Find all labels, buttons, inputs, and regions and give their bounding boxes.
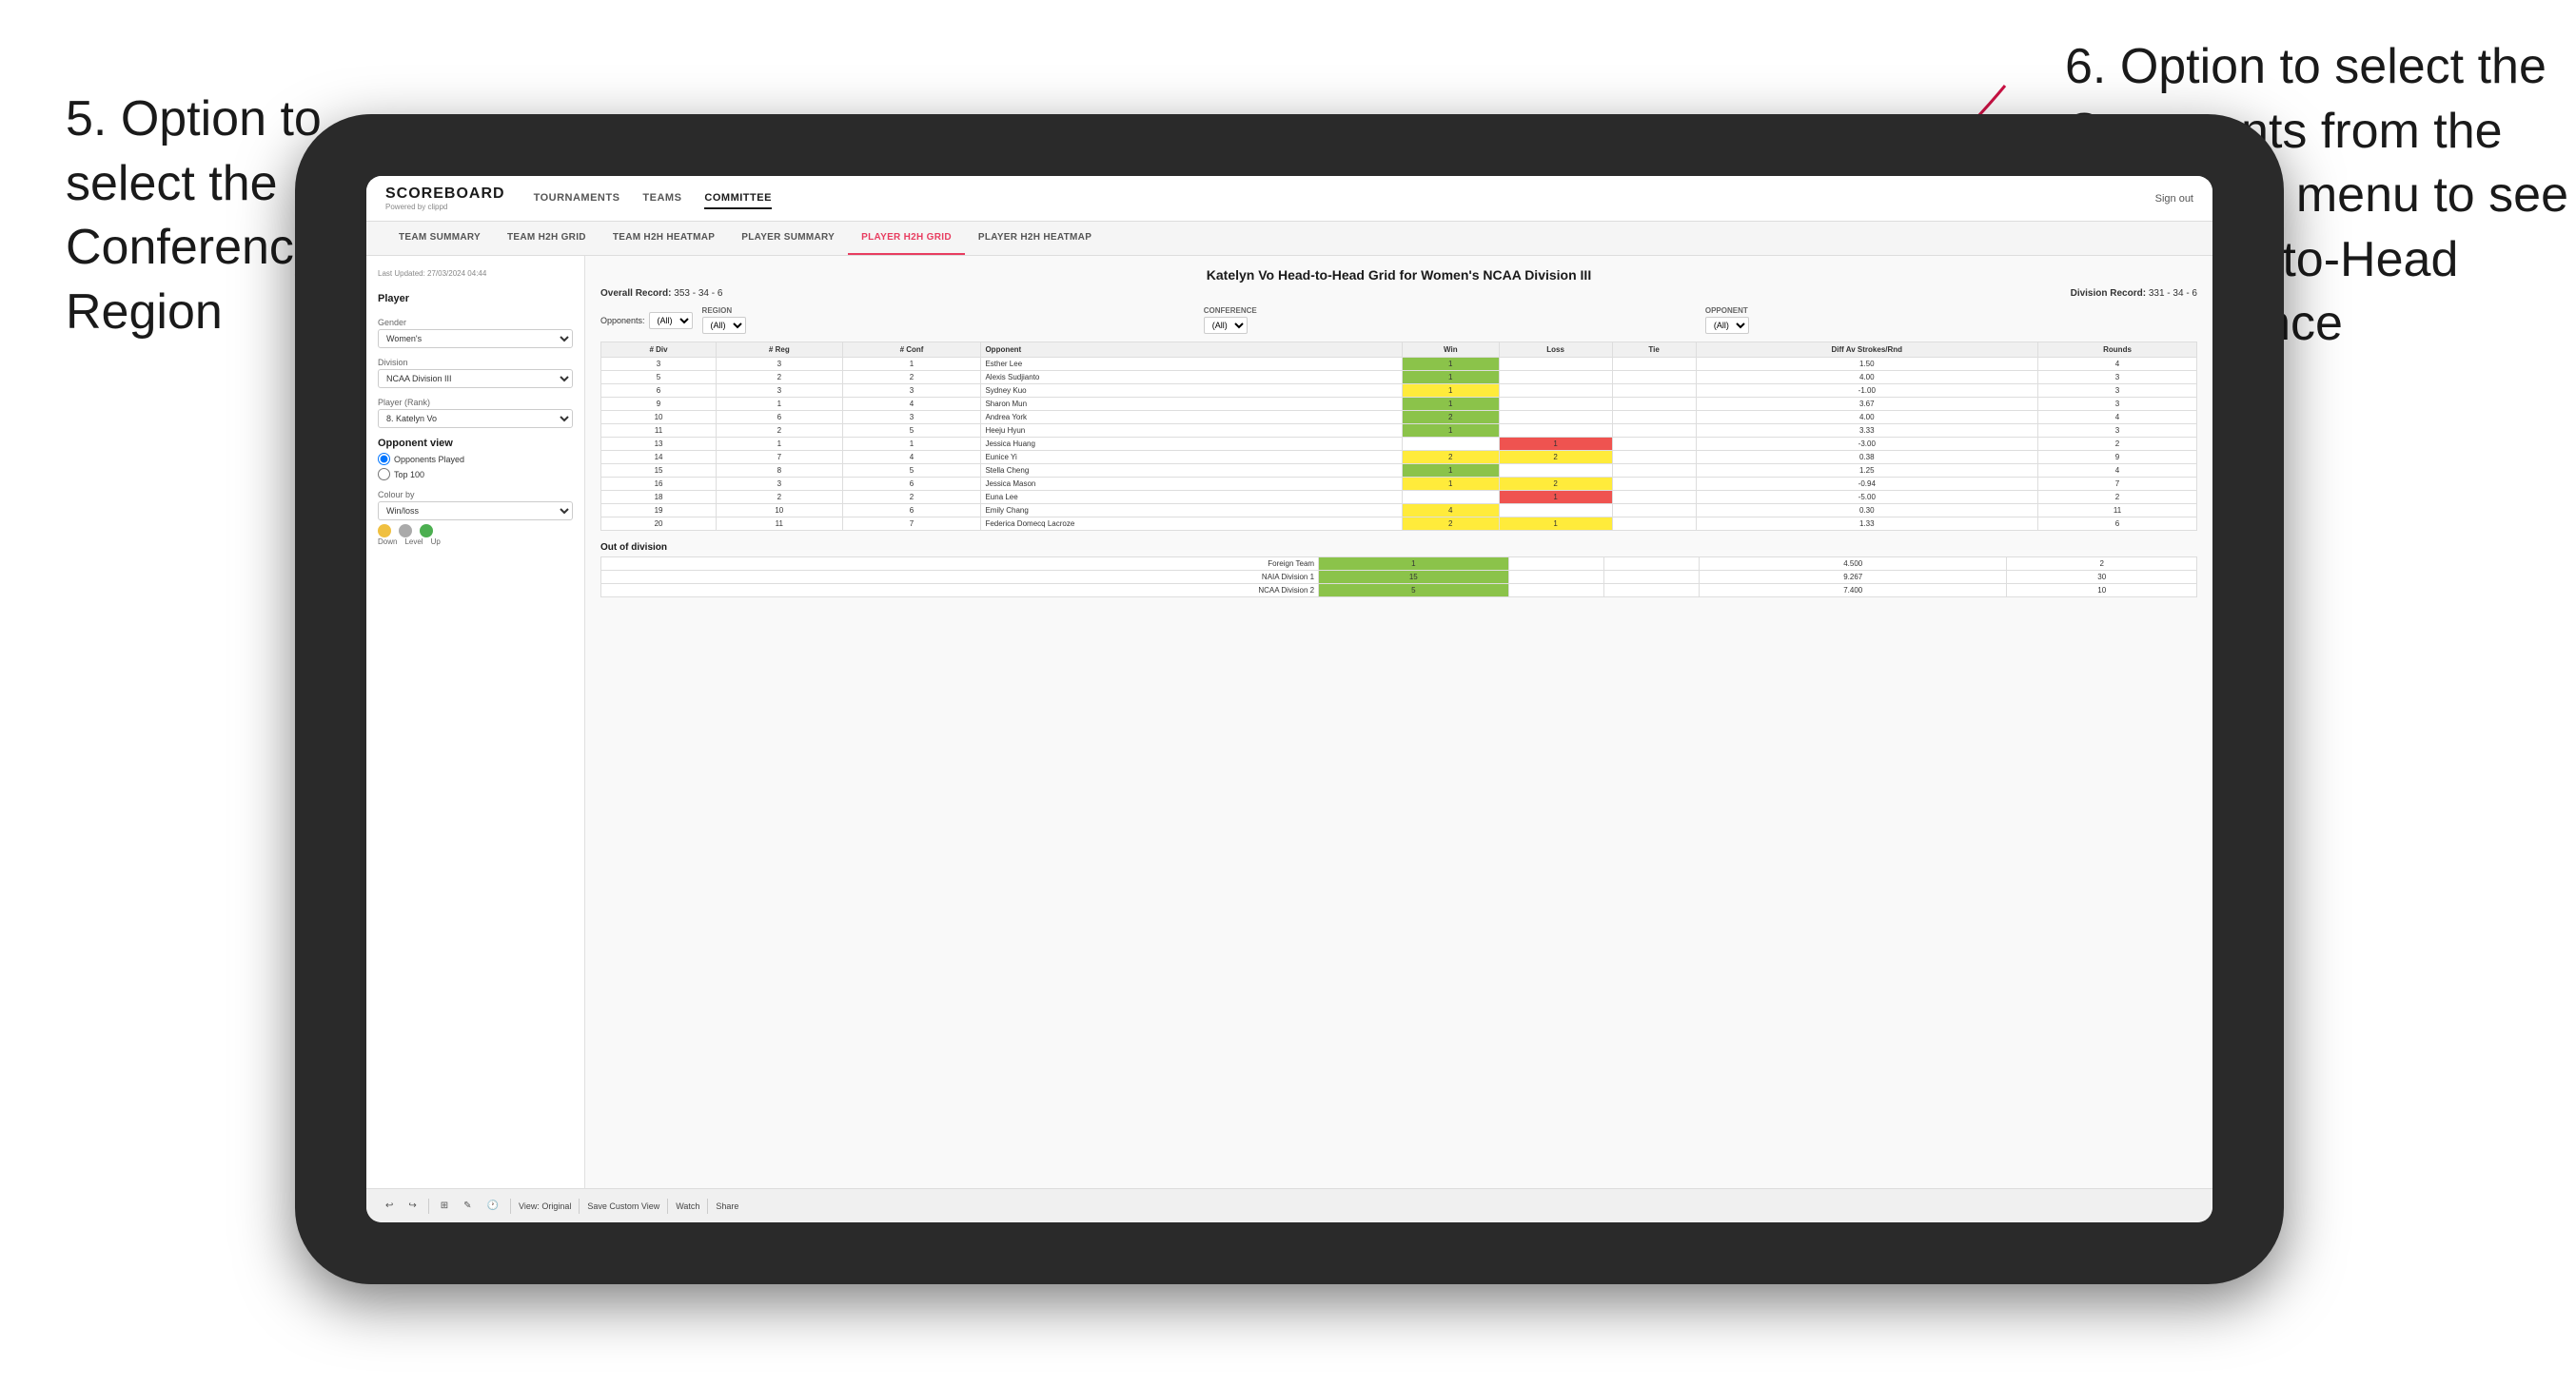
col-conf: # Conf: [842, 342, 981, 358]
conference-section: Conference (All): [1204, 306, 1696, 334]
table-row: 1311Jessica Huang 1-3.002: [601, 438, 2197, 451]
last-updated: Last Updated: 27/03/2024 04:44: [378, 269, 573, 278]
col-div: # Div: [601, 342, 717, 358]
sub-nav-team-summary[interactable]: TEAM SUMMARY: [385, 222, 494, 255]
region-select[interactable]: (All): [702, 317, 746, 334]
toolbar-divider-2: [510, 1199, 511, 1214]
table-row: 1063Andrea York 24.004: [601, 411, 2197, 424]
table-row: NAIA Division 1 159.26730: [601, 571, 2197, 584]
division-label: Division: [378, 358, 573, 367]
table-row: 1585Stella Cheng 11.254: [601, 464, 2197, 478]
logo-area: SCOREBOARD Powered by clippd: [385, 185, 505, 211]
tablet-device: SCOREBOARD Powered by clippd TOURNAMENTS…: [295, 114, 2284, 1284]
toolbar-divider-3: [579, 1199, 580, 1214]
player-rank-select[interactable]: 8. Katelyn Vo: [378, 409, 573, 428]
overall-record: Overall Record: 353 - 34 - 6: [600, 288, 722, 299]
opponent-view-title: Opponent view: [378, 438, 573, 449]
grid-btn[interactable]: ⊞: [437, 1199, 452, 1213]
table-row: Foreign Team 14.5002: [601, 557, 2197, 571]
report-header: Katelyn Vo Head-to-Head Grid for Women's…: [600, 267, 2197, 283]
gender-label: Gender: [378, 318, 573, 327]
col-rounds: Rounds: [2038, 342, 2197, 358]
main-content: Last Updated: 27/03/2024 04:44 Player Ge…: [366, 256, 2212, 1188]
bottom-toolbar: ↩ ↪ ⊞ ✎ 🕐 View: Original Save Custom Vie…: [366, 1188, 2212, 1222]
toolbar-divider-1: [428, 1199, 429, 1214]
gender-select[interactable]: Women's Men's: [378, 329, 573, 348]
sub-nav-player-summary[interactable]: PLAYER SUMMARY: [728, 222, 848, 255]
color-legend-labels: Down Level Up: [378, 537, 573, 546]
nav-item-tournaments[interactable]: TOURNAMENTS: [534, 188, 620, 209]
sign-out-link[interactable]: Sign out: [2155, 193, 2193, 205]
color-legend: [378, 524, 573, 537]
col-reg: # Reg: [717, 342, 843, 358]
col-opponent: Opponent: [981, 342, 1403, 358]
color-dot-down: [378, 524, 391, 537]
table-row: 1474Eunice Yi 220.389: [601, 451, 2197, 464]
sub-nav: TEAM SUMMARY TEAM H2H GRID TEAM H2H HEAT…: [366, 222, 2212, 256]
nav-items: TOURNAMENTS TEAMS COMMITTEE: [534, 188, 2127, 209]
sub-nav-team-h2h-grid[interactable]: TEAM H2H GRID: [494, 222, 600, 255]
main-data-table: # Div # Reg # Conf Opponent Win Loss Tie…: [600, 342, 2197, 531]
table-row: 1125Heeju Hyun 13.333: [601, 424, 2197, 438]
table-row: 522Alexis Sudjianto 14.003: [601, 371, 2197, 384]
conference-select[interactable]: (All): [1204, 317, 1248, 334]
opponents-filter-label: Opponents:: [600, 316, 645, 325]
table-row: 1636Jessica Mason 12-0.947: [601, 478, 2197, 491]
table-row: 914Sharon Mun 13.673: [601, 398, 2197, 411]
filter-row: Opponents: (All) Region (All) Conference: [600, 306, 2197, 334]
edit-btn[interactable]: ✎: [460, 1199, 475, 1213]
tablet-screen: SCOREBOARD Powered by clippd TOURNAMENTS…: [366, 176, 2212, 1222]
save-custom-btn[interactable]: Save Custom View: [587, 1201, 659, 1211]
color-dot-level: [399, 524, 412, 537]
redo-btn[interactable]: ↪: [404, 1199, 420, 1213]
col-win: Win: [1403, 342, 1500, 358]
top-nav: SCOREBOARD Powered by clippd TOURNAMENTS…: [366, 176, 2212, 222]
report-records: Overall Record: 353 - 34 - 6 Division Re…: [600, 288, 2197, 299]
player-section-title: Player: [378, 293, 573, 304]
share-btn[interactable]: Share: [716, 1201, 738, 1211]
toolbar-divider-5: [707, 1199, 708, 1214]
table-row: 20117Federica Domecq Lacroze 211.336: [601, 517, 2197, 531]
opponent-select[interactable]: (All): [1705, 317, 1749, 334]
radio-top100[interactable]: Top 100: [378, 468, 573, 480]
col-diff: Diff Av Strokes/Rnd: [1696, 342, 2038, 358]
opponents-filter-select[interactable]: (All): [649, 312, 693, 329]
toolbar-divider-4: [667, 1199, 668, 1214]
table-row: 1822Euna Lee 1-5.002: [601, 491, 2197, 504]
clock-btn[interactable]: 🕐: [483, 1199, 502, 1213]
sub-nav-player-h2h-grid[interactable]: PLAYER H2H GRID: [848, 222, 965, 255]
undo-btn[interactable]: ↩: [382, 1199, 397, 1213]
view-original-btn[interactable]: View: Original: [519, 1201, 571, 1211]
sub-nav-player-h2h-heatmap[interactable]: PLAYER H2H HEATMAP: [965, 222, 1105, 255]
out-of-division-table: Foreign Team 14.5002 NAIA Division 1 159…: [600, 556, 2197, 597]
table-row: 19106Emily Chang 40.3011: [601, 504, 2197, 517]
division-select[interactable]: NCAA Division III NCAA Division I NCAA D…: [378, 369, 573, 388]
out-of-division-header: Out of division: [600, 542, 2197, 553]
division-record: Division Record: 331 - 34 - 6: [2071, 288, 2197, 299]
color-dot-up: [420, 524, 433, 537]
colour-by-label: Colour by: [378, 490, 573, 499]
nav-right: Sign out: [2155, 193, 2193, 205]
player-rank-label: Player (Rank): [378, 398, 573, 407]
opponent-view-options: Opponents Played Top 100: [378, 453, 573, 480]
sub-nav-team-h2h-heatmap[interactable]: TEAM H2H HEATMAP: [600, 222, 728, 255]
table-row: 633Sydney Kuo 1-1.003: [601, 384, 2197, 398]
col-tie: Tie: [1612, 342, 1696, 358]
logo-sub: Powered by clippd: [385, 203, 447, 211]
radio-opponents-played[interactable]: Opponents Played: [378, 453, 573, 465]
col-loss: Loss: [1499, 342, 1612, 358]
table-row: 331Esther Lee 11.504: [601, 358, 2197, 371]
nav-item-committee[interactable]: COMMITTEE: [704, 188, 772, 209]
watch-btn[interactable]: Watch: [676, 1201, 699, 1211]
colour-by-select[interactable]: Win/loss: [378, 501, 573, 520]
region-section: Region (All): [702, 306, 1194, 334]
table-row: NCAA Division 2 57.40010: [601, 584, 2197, 597]
report-area: Katelyn Vo Head-to-Head Grid for Women's…: [585, 256, 2212, 1188]
logo-text: SCOREBOARD: [385, 185, 505, 203]
report-title: Katelyn Vo Head-to-Head Grid for Women's…: [600, 267, 2197, 283]
opponent-section: Opponent (All): [1705, 306, 2197, 334]
sidebar: Last Updated: 27/03/2024 04:44 Player Ge…: [366, 256, 585, 1188]
nav-item-teams[interactable]: TEAMS: [642, 188, 681, 209]
